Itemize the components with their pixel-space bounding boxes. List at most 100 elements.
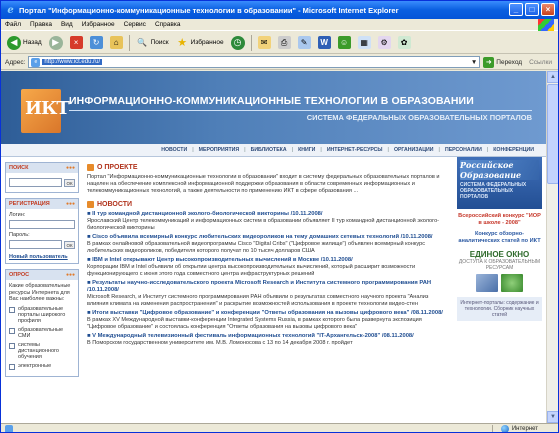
nav-events[interactable]: МЕРОПРИЯТИЯ: [199, 147, 239, 153]
word-icon: W: [317, 36, 331, 49]
news-title-link[interactable]: ■ IBM и Intel открывают Центр высокопрои…: [87, 257, 449, 264]
back-arrow-icon: ◀: [7, 35, 21, 50]
search-icon: 🔍: [137, 38, 148, 47]
nav-internet-resources[interactable]: ИНТЕРНЕТ-РЕСУРСЫ: [327, 147, 383, 153]
mail-button[interactable]: ✉: [256, 34, 273, 52]
menu-favorites[interactable]: Избранное: [82, 21, 115, 28]
single-window-banner[interactable]: ЕДИНОЕ ОКНО ДОСТУПА К ОБРАЗОВАТЕЛЬНЫМ РЕ…: [457, 250, 542, 292]
nav-conferences[interactable]: КОНФЕРЕНЦИИ: [493, 147, 534, 153]
dots-icon: ●●●: [65, 201, 75, 207]
print-icon: ⎙: [277, 36, 291, 49]
nav-library[interactable]: БИБЛИОТЕКА: [251, 147, 287, 153]
maximize-button[interactable]: □: [525, 3, 539, 16]
search-button[interactable]: 🔍 Поиск: [134, 34, 171, 52]
poll-question: Какие образовательные ресурсы Интернета …: [9, 283, 71, 302]
menu-file[interactable]: Файл: [5, 21, 21, 28]
contest-link[interactable]: Всероссийский конкурс "ИОР в школе - 200…: [457, 213, 542, 227]
links-button[interactable]: Ссылки: [529, 59, 552, 66]
search-box: ПОИСК ●●● ОК: [5, 162, 79, 193]
checkbox[interactable]: [9, 363, 15, 370]
messenger-icon: ☺: [337, 36, 351, 49]
status-bar: Интернет: [1, 423, 558, 432]
poll-option[interactable]: электронные: [9, 363, 75, 370]
address-input[interactable]: e http://www.ict.edu.ru/ ▼: [28, 56, 481, 68]
news-item: ■ Итоги выставки "Цифровое образование" …: [87, 310, 449, 331]
title-bar[interactable]: e Портал "Информационно-коммуникационные…: [1, 1, 558, 19]
nav-persons[interactable]: ПЕРСОНАЛИИ: [445, 147, 482, 153]
edit-button[interactable]: ✎: [296, 34, 313, 52]
nav-news[interactable]: НОВОСТИ: [161, 147, 187, 153]
photo-image: [476, 274, 498, 292]
poll-box-title: ОПРОС: [9, 272, 30, 278]
zone-indicator: Интернет: [491, 424, 538, 432]
search-ok-button[interactable]: ОК: [64, 178, 75, 187]
menu-help[interactable]: Справка: [155, 21, 181, 28]
research-button[interactable]: ▦: [356, 34, 373, 52]
checkbox[interactable]: [9, 327, 15, 334]
minimize-button[interactable]: _: [509, 3, 523, 16]
site-logo[interactable]: ИКТ: [21, 89, 70, 133]
research-icon: ▦: [357, 36, 371, 49]
news-title-link[interactable]: ■ Результаты научно-исследовательского п…: [87, 280, 449, 294]
favorites-button[interactable]: ★ Избранное: [174, 34, 226, 52]
banner-title: Российское Образование: [460, 160, 522, 180]
discuss-icon: ⚙: [377, 36, 391, 49]
news-title-link[interactable]: ■ Итоги выставки "Цифровое образование" …: [87, 310, 449, 317]
vertical-scrollbar[interactable]: ▲ ▼: [546, 71, 558, 423]
windows-logo-icon: [538, 19, 554, 31]
forward-button[interactable]: ▶: [47, 34, 65, 52]
chevron-down-icon[interactable]: ▼: [471, 59, 477, 66]
register-box-title: РЕГИСТРАЦИЯ: [9, 201, 50, 207]
scroll-thumb[interactable]: [547, 84, 558, 184]
poll-option[interactable]: системы дистанционного обучения: [9, 342, 75, 360]
news-text: В Поморском государственном университете…: [87, 340, 353, 346]
search-box-title: ПОИСК: [9, 165, 29, 171]
checkbox[interactable]: [9, 306, 15, 313]
ie-icon: e: [7, 4, 14, 16]
stop-button[interactable]: ×: [68, 34, 85, 52]
refresh-button[interactable]: ↻: [88, 34, 105, 52]
news-title-link[interactable]: ■ II тур командной дистанционной эколого…: [87, 211, 449, 218]
home-button[interactable]: ⌂: [108, 34, 125, 52]
news-item: ■ Результаты научно-исследовательского п…: [87, 280, 449, 308]
nav-organizations[interactable]: ОРГАНИЗАЦИИ: [394, 147, 434, 153]
poll-box: ОПРОС ●●● Какие образовательные ресурсы И…: [5, 269, 79, 377]
messenger-button[interactable]: ☺: [336, 34, 353, 52]
scroll-down-icon[interactable]: ▼: [547, 411, 558, 423]
page-viewport: ИКТ ИНФОРМАЦИОННО-КОММУНИКАЦИОННЫЕ ТЕХНО…: [1, 71, 546, 423]
news-title-link[interactable]: ■ Cisco объявила всемирный конкурс любит…: [87, 234, 449, 241]
close-button[interactable]: ×: [541, 3, 555, 16]
portals-book-link[interactable]: Интернет-порталы: содержание и технологи…: [457, 297, 542, 321]
menu-tools[interactable]: Сервис: [124, 21, 146, 28]
extra-button[interactable]: ✿: [396, 34, 413, 52]
login-ok-button[interactable]: ОК: [64, 240, 75, 249]
russian-education-banner[interactable]: Российское Образование СИСТЕМА ФЕДЕРАЛЬН…: [457, 157, 542, 209]
search-input[interactable]: [9, 178, 62, 187]
back-button[interactable]: ◀ Назад: [5, 34, 44, 52]
login-input[interactable]: [9, 220, 75, 229]
menu-view[interactable]: Вид: [61, 21, 73, 28]
scroll-up-icon[interactable]: ▲: [547, 71, 558, 83]
discuss-button[interactable]: ⚙: [376, 34, 393, 52]
new-user-link[interactable]: Новый пользователь: [9, 254, 75, 260]
word-button[interactable]: W: [316, 34, 333, 52]
go-button[interactable]: ➜ Переход: [483, 56, 522, 68]
login-label: Логин:: [9, 212, 26, 218]
single-window-subtitle: ДОСТУПА К ОБРАЗОВАТЕЛЬНЫМ РЕСУРСАМ: [458, 259, 541, 271]
checkbox[interactable]: [9, 342, 15, 349]
reviews-contest-link[interactable]: Конкурс обзорно-аналитических статей по …: [457, 231, 542, 245]
news-text: В рамках XV Международной выставки-конфе…: [87, 317, 422, 330]
news-item: ■ V Международный телевизионный фестивал…: [87, 333, 449, 347]
stop-icon: ×: [69, 36, 83, 49]
site-subtitle: СИСТЕМА ФЕДЕРАЛЬНЫХ ОБРАЗОВАТЕЛЬНЫХ ПОРТ…: [306, 113, 532, 122]
toolbar: ◀ Назад ▶ × ↻ ⌂ 🔍 Поиск ★ Избранное ◷ ✉ …: [1, 32, 558, 54]
news-title-link[interactable]: ■ V Международный телевизионный фестивал…: [87, 333, 449, 340]
print-button[interactable]: ⎙: [276, 34, 293, 52]
history-button[interactable]: ◷: [229, 34, 247, 52]
poll-option[interactable]: образовательные СМИ: [9, 327, 75, 339]
news-text: Microsoft Research, и Институт системног…: [87, 294, 429, 307]
password-input[interactable]: [9, 240, 62, 249]
menu-edit[interactable]: Правка: [30, 21, 52, 28]
nav-books[interactable]: КНИГИ: [298, 147, 315, 153]
poll-option[interactable]: образовательные порталы широкого профиля: [9, 306, 75, 324]
